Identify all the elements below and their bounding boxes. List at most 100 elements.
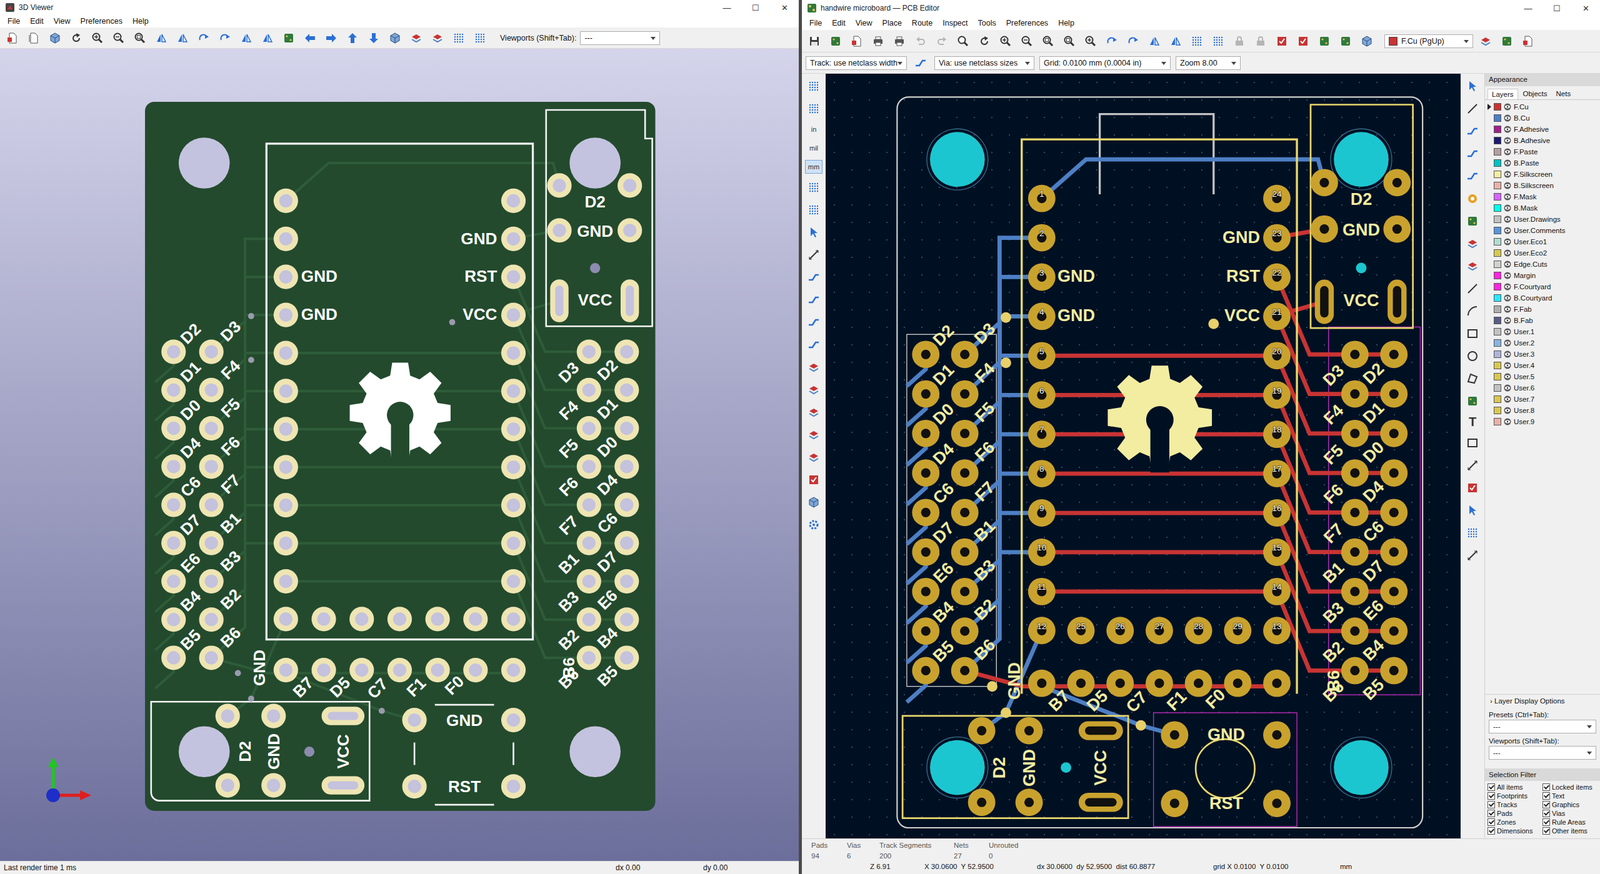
pcb-canvas[interactable]: GNDGNDGNDRSTVCCD2D1D0D4C6D7E6B4B5D3F4F5F… — [825, 73, 1461, 839]
scripting-icon[interactable] — [1500, 35, 1514, 48]
window-control[interactable]: — — [712, 3, 742, 13]
filter-checkbox[interactable]: Locked items — [1542, 783, 1598, 792]
flip-z-icon[interactable] — [240, 31, 253, 45]
text-tool-button[interactable]: T — [1463, 415, 1482, 430]
mirror-icon[interactable] — [1169, 35, 1182, 48]
layer-select[interactable]: F.Cu (PgUp) — [1384, 34, 1474, 49]
zone-icon[interactable] — [1466, 237, 1479, 250]
tool-button[interactable] — [1463, 524, 1482, 542]
tool-button[interactable] — [1463, 235, 1482, 253]
footprint-editor-icon[interactable] — [1318, 35, 1331, 48]
tool-button[interactable] — [1209, 32, 1227, 50]
tool-button[interactable] — [890, 32, 909, 50]
tool-button[interactable] — [1463, 257, 1482, 275]
zoom-out-icon[interactable] — [1020, 35, 1034, 48]
polygon-icon[interactable] — [1466, 372, 1479, 385]
tool-button[interactable] — [848, 32, 866, 50]
zoom-out-icon[interactable] — [112, 31, 125, 45]
tool-button[interactable] — [1476, 32, 1495, 50]
bottom-layer-icon[interactable] — [431, 31, 444, 45]
tool-button[interactable] — [805, 426, 823, 444]
filter-checkbox[interactable]: Pads — [1487, 810, 1543, 818]
tool-button[interactable] — [805, 493, 823, 512]
eye-icon[interactable] — [1503, 271, 1512, 280]
zoom-in-icon[interactable] — [91, 31, 104, 45]
tool-button[interactable] — [1463, 122, 1482, 140]
zoom-fit-icon[interactable] — [1041, 35, 1055, 48]
menu-item[interactable]: View — [48, 16, 76, 26]
tool-button[interactable] — [195, 29, 213, 47]
eye-icon[interactable] — [1503, 406, 1512, 415]
eye-icon[interactable] — [1503, 215, 1512, 224]
tool-button[interactable] — [805, 313, 823, 332]
tool-button[interactable] — [280, 29, 298, 47]
unit-button[interactable]: mil — [805, 141, 823, 155]
tool-button[interactable] — [911, 32, 930, 50]
left-tool-9-icon[interactable] — [807, 383, 820, 397]
tune-icon[interactable] — [1466, 170, 1479, 183]
tool-button[interactable] — [805, 178, 823, 197]
tool-button[interactable] — [1498, 32, 1516, 50]
tool-button[interactable] — [301, 29, 319, 47]
left-tool-14-icon[interactable] — [807, 496, 820, 509]
tool-button[interactable] — [826, 32, 845, 50]
menu-item[interactable]: Preferences — [75, 16, 128, 26]
filter-checkbox[interactable]: All items — [1487, 783, 1543, 792]
tool-button[interactable] — [1463, 302, 1482, 320]
tool-button[interactable] — [1124, 32, 1142, 50]
window-control[interactable]: — — [1513, 3, 1543, 14]
eye-icon[interactable] — [1503, 283, 1512, 291]
tool-button[interactable] — [1166, 32, 1185, 50]
layer-row[interactable]: User.7 — [1487, 393, 1598, 405]
tool-button[interactable] — [1463, 392, 1482, 410]
anchor-icon[interactable] — [1466, 504, 1479, 517]
filter-checkbox[interactable]: Zones — [1487, 818, 1543, 827]
flip-x2-icon[interactable] — [176, 31, 189, 45]
zoom-selection-icon[interactable] — [1084, 35, 1097, 48]
tool-button[interactable] — [805, 381, 823, 399]
group-icon[interactable] — [1190, 35, 1204, 48]
eye-icon[interactable] — [1503, 170, 1512, 179]
rotate-ccw-icon[interactable] — [1105, 35, 1119, 48]
tool-button[interactable] — [343, 29, 362, 47]
move-down-icon[interactable] — [367, 31, 380, 45]
menu-item[interactable]: Edit — [25, 16, 49, 26]
move-right-icon[interactable] — [325, 31, 338, 45]
unit-button[interactable]: mm — [805, 160, 823, 174]
route-track-icon[interactable] — [1466, 125, 1479, 138]
left-tool-5-icon[interactable] — [807, 293, 820, 307]
tool-button[interactable] — [365, 29, 383, 47]
dimension-icon[interactable] — [1466, 459, 1479, 472]
tool-button[interactable] — [805, 246, 823, 264]
zoom-fit-icon[interactable] — [133, 31, 147, 45]
tool-button[interactable] — [1463, 280, 1482, 298]
layer-row[interactable]: B.Fab — [1487, 315, 1598, 327]
tool-button[interactable] — [1145, 32, 1164, 50]
tool-button[interactable] — [216, 29, 234, 47]
layer-row[interactable]: B.Silkscreen — [1487, 180, 1598, 192]
eye-icon[interactable] — [1503, 361, 1512, 370]
layer-row[interactable]: User.Eco1 — [1487, 236, 1598, 248]
presets-select[interactable]: --- — [1488, 720, 1597, 734]
tool-button[interactable] — [1463, 501, 1482, 520]
tool-button[interactable] — [805, 471, 823, 489]
tool-button[interactable] — [1103, 32, 1121, 50]
move-up-icon[interactable] — [346, 31, 359, 45]
redo-icon[interactable] — [935, 35, 949, 48]
layer-row[interactable]: User.6 — [1487, 382, 1598, 394]
tool-button[interactable] — [869, 32, 887, 50]
tool-button[interactable] — [407, 29, 425, 47]
tool-button[interactable] — [805, 403, 823, 422]
eye-icon[interactable] — [1503, 204, 1512, 212]
tool-button[interactable] — [996, 32, 1015, 50]
layer-row[interactable]: User.9 — [1487, 416, 1598, 428]
local-ratsnest-icon[interactable] — [1466, 102, 1479, 115]
left-tool-2-icon[interactable] — [807, 226, 820, 239]
tool-button[interactable] — [1463, 434, 1482, 452]
tool-button[interactable] — [1463, 546, 1482, 565]
view-3d-icon[interactable] — [48, 31, 62, 45]
ungroup-icon[interactable] — [1211, 35, 1225, 48]
eye-icon[interactable] — [1503, 238, 1512, 246]
filter-checkbox[interactable]: Dimensions — [1487, 827, 1543, 835]
tool-button[interactable] — [1039, 32, 1057, 50]
